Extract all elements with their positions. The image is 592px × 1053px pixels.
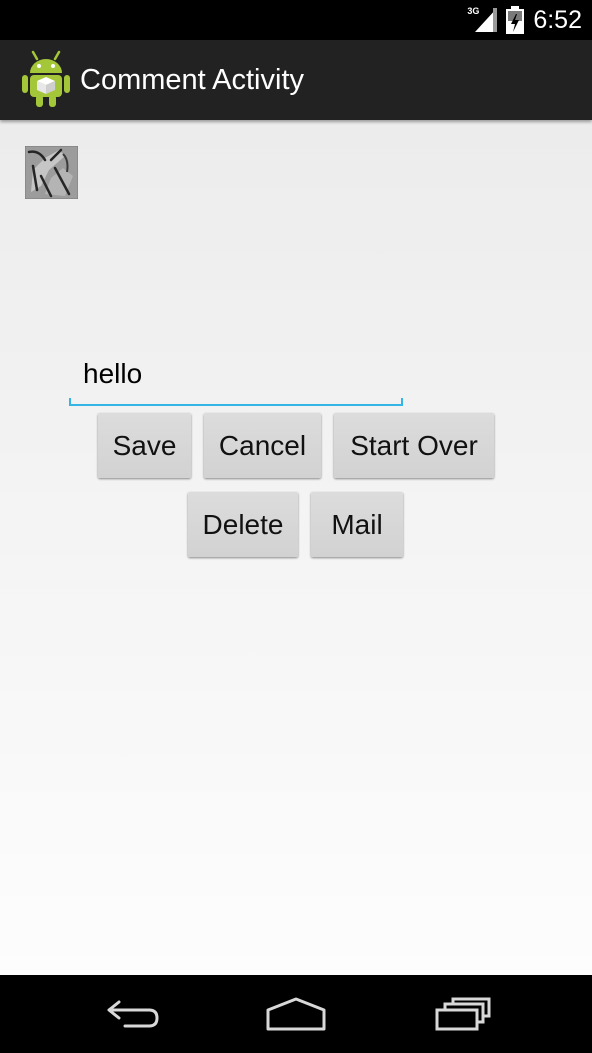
status-icons: 3G 6:52 (467, 0, 582, 40)
status-bar: 3G 6:52 (0, 0, 592, 40)
battery-icon (506, 6, 525, 34)
delete-button[interactable]: Delete (188, 492, 298, 557)
content-area: Save Cancel Start Over Delete Mail (0, 120, 592, 975)
recent-apps-button[interactable] (403, 975, 523, 1053)
back-icon (107, 1000, 159, 1028)
back-button[interactable] (71, 975, 191, 1053)
cancel-button[interactable]: Cancel (204, 413, 321, 478)
clock: 6:52 (533, 5, 582, 34)
android-app-icon (22, 50, 70, 107)
photo-thumbnail[interactable] (25, 146, 78, 199)
action-bar: Comment Activity (0, 40, 592, 120)
mail-button[interactable]: Mail (311, 492, 403, 557)
save-button[interactable]: Save (98, 413, 191, 478)
network-type-label: 3G (467, 6, 480, 16)
activity-title: Comment Activity (80, 64, 304, 96)
comment-input[interactable] (69, 348, 403, 400)
home-button[interactable] (236, 975, 356, 1053)
navigation-bar (0, 975, 592, 1053)
home-icon (266, 997, 326, 1031)
recent-apps-icon (435, 997, 491, 1031)
comment-input-underline (69, 398, 403, 406)
start-over-button[interactable]: Start Over (334, 413, 494, 478)
